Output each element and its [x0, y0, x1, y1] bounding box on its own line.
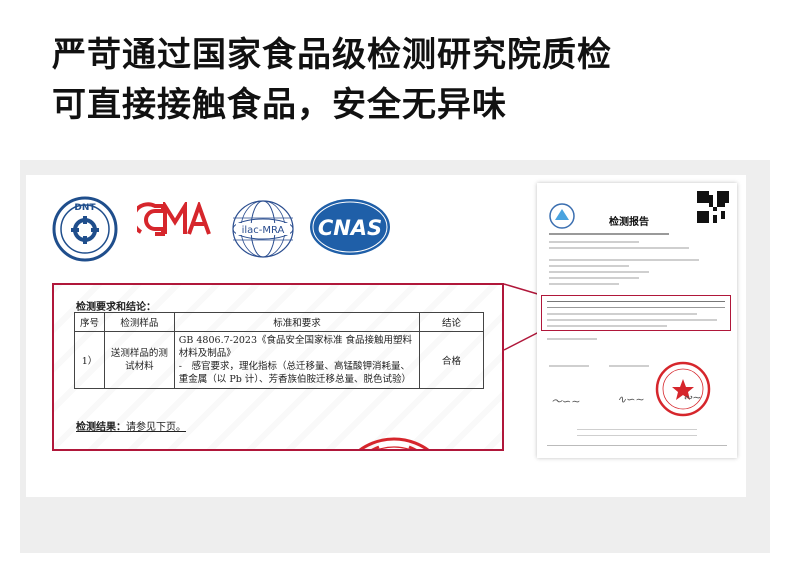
row-conclusion: 合格: [419, 331, 484, 389]
report-stamp: [655, 361, 711, 417]
cnas-logo: CNAS: [308, 197, 392, 257]
headline-line-1: 严苛通过国家食品级检测研究院质检: [52, 35, 612, 75]
cnas-text: CNAS: [318, 216, 382, 240]
test-result-text: 请参见下页。: [126, 422, 186, 433]
headline-line-2: 可直接接触食品，安全无异味: [52, 85, 507, 125]
row-sample: 送测样品的测试材料: [103, 331, 175, 389]
signature-3: ∾∼: [683, 391, 702, 404]
header-conclusion: 结论: [419, 312, 484, 332]
report-logo-icon: [549, 203, 575, 229]
signature-2: ∿∽∼: [617, 393, 645, 406]
full-report-thumbnail: 检测报告 〜∽∼ ∿∽∼ ∾∼: [537, 183, 737, 458]
red-seal-partial: [358, 437, 430, 449]
dnt-logo-text: DNT: [74, 203, 96, 213]
requirements-table: 序号 检测样品 标准和要求 结论 1） 送测样品的测试材料 GB 4806.7-…: [74, 312, 484, 389]
test-result-label: 检测结果：: [76, 422, 126, 433]
standard-line-1: GB 4806.7-2023《食品安全国家标准 食品接触用塑料材料及制品》: [178, 335, 413, 359]
excerpt-section-title: 检测要求和结论：: [76, 302, 156, 313]
test-result: 检测结果：请参见下页。: [76, 418, 186, 433]
header-sample: 检测样品: [103, 312, 175, 332]
ilac-mra-text: ilac-MRA: [242, 225, 285, 236]
table-header-row: 序号 检测样品 标准和要求 结论: [74, 312, 484, 332]
cma-logo: [137, 202, 213, 238]
dnt-logo: DNT: [52, 196, 118, 262]
header-index: 序号: [74, 312, 105, 332]
row-index: 1）: [74, 331, 105, 389]
report-title: 检测报告: [609, 217, 649, 228]
ilac-mra-logo: ilac-MRA: [230, 198, 296, 260]
row-standard: GB 4806.7-2023《食品安全国家标准 食品接触用塑料材料及制品》 - …: [173, 331, 421, 389]
headline: 严苛通过国家食品级检测研究院质检 可直接接触食品，安全无异味: [52, 30, 752, 130]
table-row: 1） 送测样品的测试材料 GB 4806.7-2023《食品安全国家标准 食品接…: [74, 331, 484, 389]
qr-code-icon: [697, 191, 729, 223]
standard-line-2: - 感官要求，理化指标（总迁移量、高锰酸钾消耗量、重金属（以 Pb 计）、芳香族…: [178, 361, 412, 385]
report-excerpt: 检测要求和结论： 序号 检测样品 标准和要求 结论 1） 送测样品的测试材料 G…: [52, 283, 504, 451]
signature-1: 〜∽∼: [551, 395, 581, 408]
header-standard: 标准和要求: [173, 312, 421, 332]
